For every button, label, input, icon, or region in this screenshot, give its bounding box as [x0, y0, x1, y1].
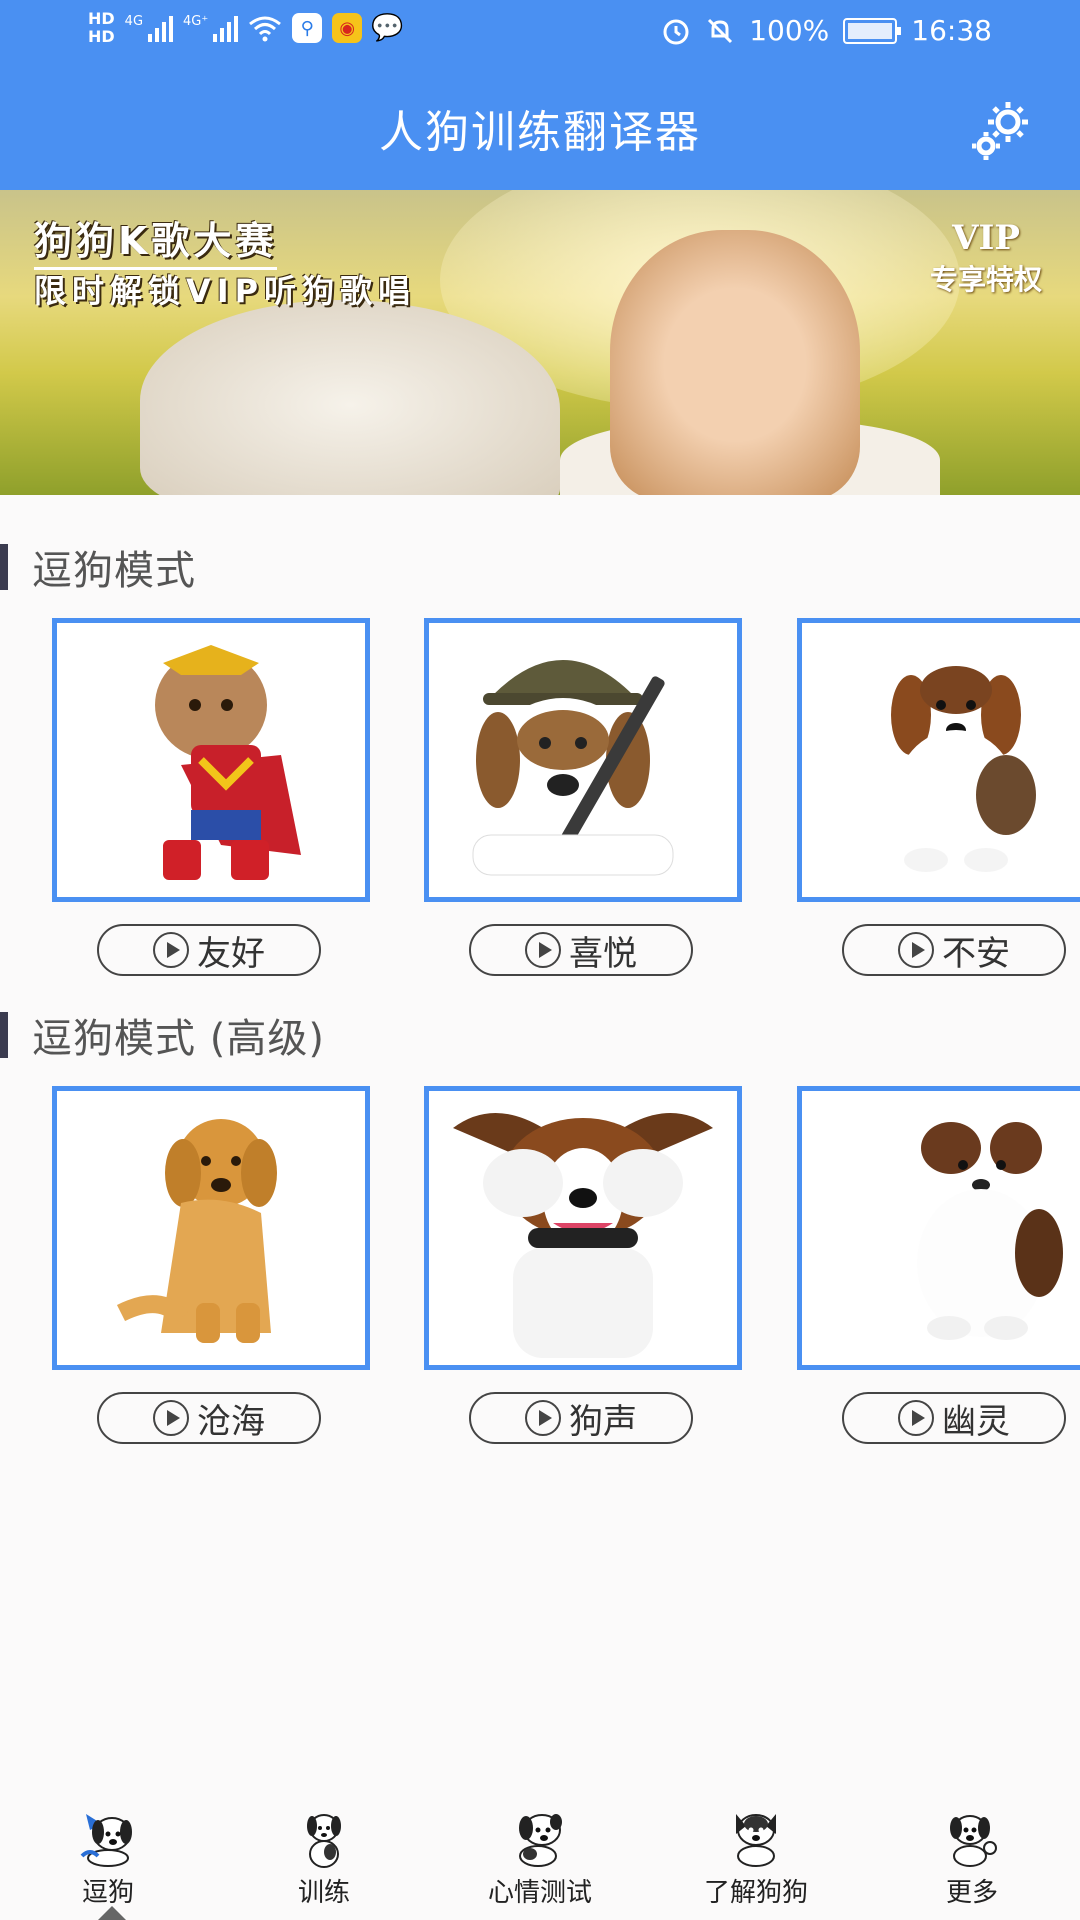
- dog-mood-icon: [519, 1814, 562, 1867]
- play-icon: [153, 1400, 189, 1436]
- tab-training[interactable]: 训练: [234, 1808, 414, 1918]
- mode-card[interactable]: 喜悦: [424, 618, 742, 976]
- battery-percent: 100%: [749, 14, 830, 47]
- chat-icon: 💬: [371, 13, 404, 43]
- gear-icon[interactable]: [966, 96, 1036, 166]
- dog-more-icon: [950, 1815, 997, 1867]
- play-button[interactable]: 幽灵: [842, 1392, 1066, 1444]
- play-icon: [153, 932, 189, 968]
- status-left: HD HD 4G 4G⁺ ⚲ ◉ 💬: [88, 9, 404, 46]
- play-icon: [525, 1400, 561, 1436]
- promo-banner[interactable]: 狗狗K歌大赛 限时解锁VIP听狗歌唱 VIP 专享特权: [0, 190, 1080, 495]
- card-row-basic: 友好 喜悦 不安: [0, 618, 1080, 978]
- section-title: 逗狗模式: [32, 548, 196, 594]
- beagle-puppy-image: [891, 657, 1036, 872]
- tab-label: 了解狗狗: [703, 1878, 808, 1908]
- dog-play-icon: [80, 1814, 132, 1867]
- play-icon: [898, 1400, 934, 1436]
- mode-card[interactable]: 幽灵: [797, 1086, 1080, 1444]
- play-icon: [525, 932, 561, 968]
- play-button[interactable]: 沧海: [97, 1392, 321, 1444]
- tab-more[interactable]: 更多: [882, 1808, 1062, 1918]
- section-header: 逗狗模式: [0, 542, 196, 594]
- card-row-advanced: 沧海 狗声 幽灵: [0, 1086, 1080, 1446]
- mode-card[interactable]: 沧海: [52, 1086, 370, 1444]
- hd-indicator: HD HD: [88, 9, 115, 46]
- golden-retriever-image: [116, 1119, 277, 1343]
- dog-image[interactable]: [424, 618, 742, 902]
- tab-about-dogs[interactable]: 了解狗狗: [666, 1808, 846, 1918]
- play-button[interactable]: 喜悦: [469, 924, 693, 976]
- dog-image[interactable]: [424, 1086, 742, 1370]
- bottom-tab-bar: 逗狗 训练 心情测试 了解狗狗 更多: [0, 1800, 1080, 1920]
- tab-label: 心情测试: [487, 1878, 592, 1908]
- alarm-icon: [663, 19, 689, 44]
- page-title: 人狗训练翻译器: [379, 107, 701, 158]
- dog-image[interactable]: [52, 1086, 370, 1370]
- clock: 16:38: [911, 14, 992, 47]
- dog-info-icon: [736, 1814, 776, 1867]
- vip-badge: VIP 专享特权: [929, 218, 1042, 296]
- active-tab-indicator: [98, 1906, 126, 1920]
- dog-covering-eyes-image: [453, 1113, 713, 1358]
- banner-title: 狗狗K歌大赛: [34, 210, 278, 270]
- mute-icon: [708, 18, 733, 43]
- play-button[interactable]: 不安: [842, 924, 1066, 976]
- soldier-beagle-image: [472, 660, 674, 876]
- banner-subtitle: 限时解锁VIP听狗歌唱: [34, 272, 417, 310]
- mode-card[interactable]: 狗声: [424, 1086, 742, 1444]
- signal-icon-2: 4G⁺: [183, 14, 239, 42]
- play-button[interactable]: 友好: [97, 924, 321, 976]
- superhero-dog-image: [155, 645, 301, 880]
- banner-girl: [610, 230, 860, 495]
- app-header: HD HD 4G 4G⁺ ⚲ ◉ 💬 100% 16:38 人狗训练翻译器: [0, 0, 1080, 190]
- search-app-icon: ⚲: [292, 13, 323, 43]
- dog-image[interactable]: [797, 1086, 1080, 1370]
- tab-label: 训练: [297, 1878, 350, 1908]
- status-bar: HD HD 4G 4G⁺ ⚲ ◉ 💬 100% 16:38: [0, 0, 1080, 66]
- weibo-icon: ◉: [332, 13, 363, 43]
- signal-icon: 4G: [125, 14, 174, 42]
- tab-label: 逗狗: [81, 1878, 134, 1908]
- tab-play[interactable]: 逗狗: [18, 1808, 198, 1918]
- status-right: 100% 16:38: [661, 14, 992, 47]
- mode-card[interactable]: 不安: [797, 618, 1080, 976]
- section-header: 逗狗模式 (高级): [0, 1010, 325, 1062]
- tab-label: 更多: [945, 1878, 998, 1908]
- wifi-icon: [249, 16, 282, 42]
- dog-image[interactable]: [52, 618, 370, 902]
- tab-mood-test[interactable]: 心情测试: [450, 1808, 630, 1918]
- battery-icon: [843, 17, 902, 44]
- mode-card[interactable]: 友好: [52, 618, 370, 976]
- dog-training-icon: [307, 1814, 341, 1868]
- fluffy-puppy-image: [917, 1117, 1063, 1340]
- play-button[interactable]: 狗声: [469, 1392, 693, 1444]
- play-icon: [898, 932, 934, 968]
- dog-image[interactable]: [797, 618, 1080, 902]
- section-title: 逗狗模式 (高级): [32, 1016, 325, 1062]
